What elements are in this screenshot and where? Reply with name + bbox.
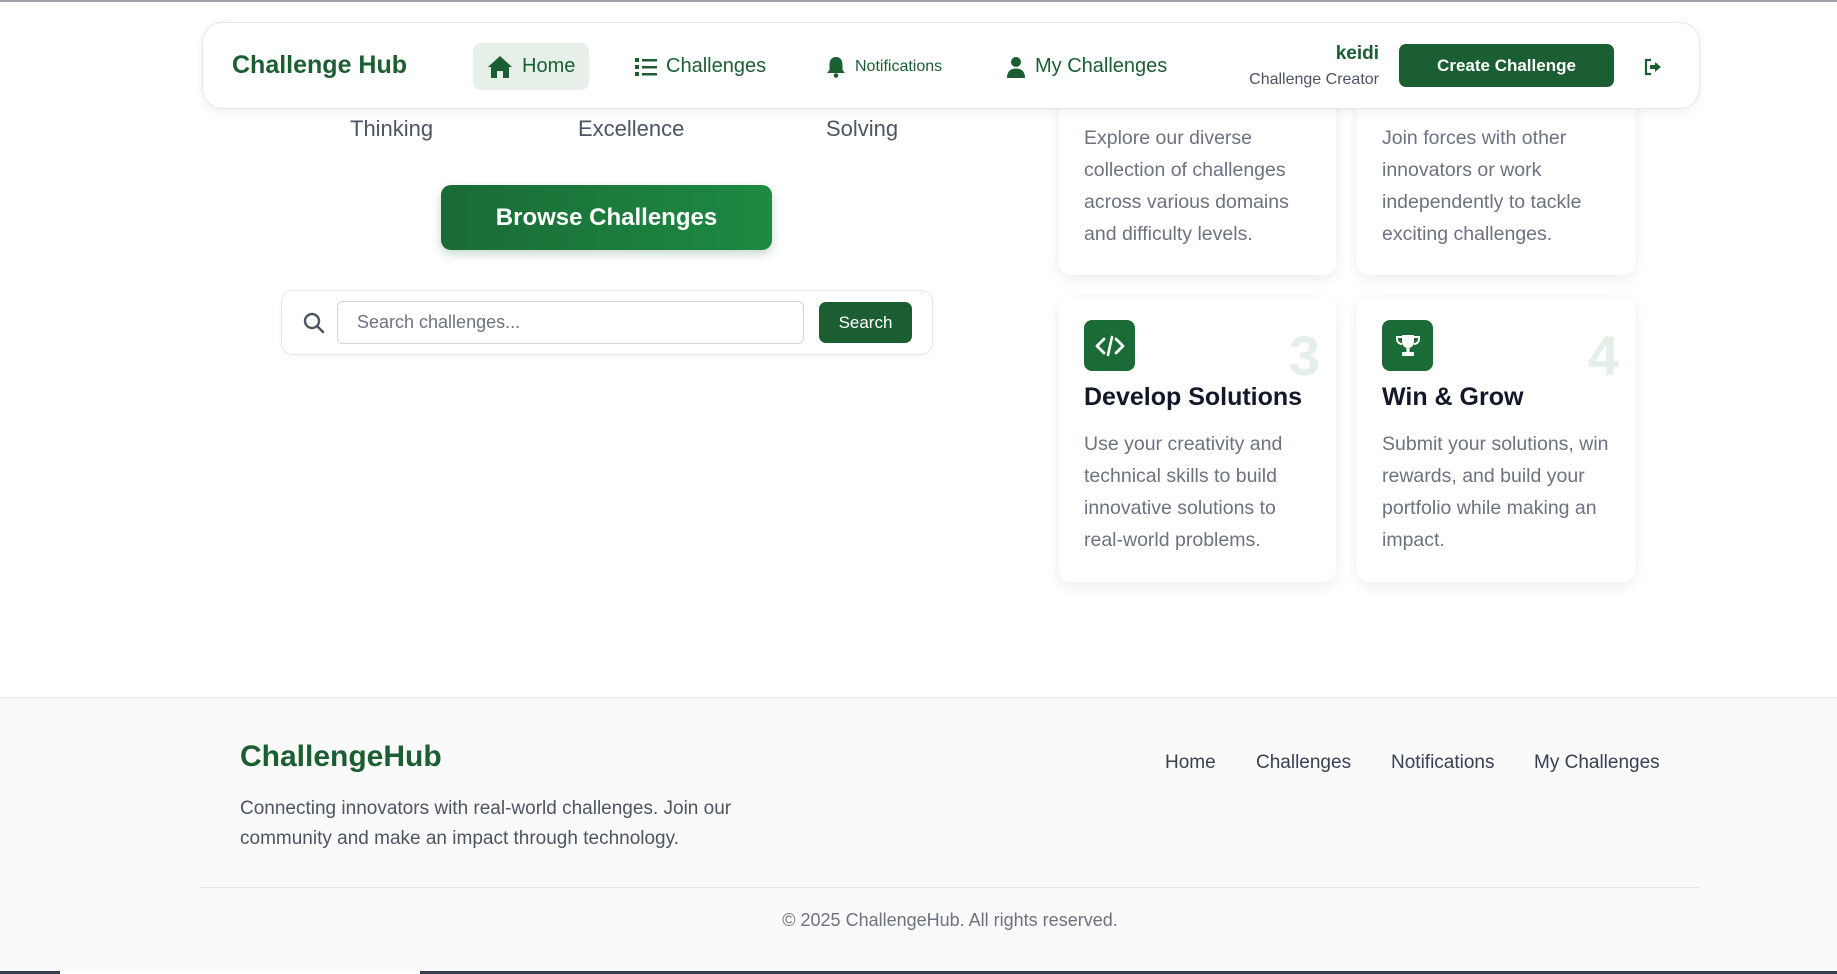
step-number: 4	[1587, 324, 1619, 387]
step-description: Submit your solutions, win rewards, and …	[1382, 433, 1609, 551]
create-challenge-button[interactable]: Create Challenge	[1399, 44, 1614, 87]
bell-icon	[827, 56, 845, 78]
footer-divider	[200, 887, 1700, 888]
hero-label-excellence: Excellence	[578, 116, 685, 141]
nav-item-home[interactable]: Home	[473, 43, 590, 90]
hero-stat-labels: Thinking Excellence Solving	[330, 116, 970, 144]
nav-label: My Challenges	[1035, 55, 1168, 77]
trophy-icon	[1382, 320, 1433, 371]
user-name: keidi	[1335, 43, 1379, 64]
footer: ChallengeHub Connecting innovators with …	[0, 697, 1837, 971]
top-navbar: Challenge Hub Home Challenges Notificati…	[202, 22, 1700, 109]
window-top-border	[0, 0, 1837, 2]
footer-link-notifications[interactable]: Notifications	[1391, 752, 1495, 774]
footer-brand: ChallengeHub	[240, 740, 442, 773]
nav-item-challenges[interactable]: Challenges	[635, 43, 766, 90]
hero-label-thinking: Thinking	[350, 116, 434, 141]
user-role: Challenge Creator	[1249, 71, 1379, 88]
nav-item-notifications[interactable]: Notifications	[826, 43, 942, 90]
footer-link-home[interactable]: Home	[1165, 752, 1216, 774]
nav-item-my-challenges[interactable]: My Challenges	[1006, 43, 1167, 90]
hero-label-solving: Solving	[826, 116, 899, 141]
step-description: Join forces with other innovators or wor…	[1382, 127, 1582, 245]
step-number: 3	[1288, 324, 1320, 387]
step-card-3: 3 Develop Solutions Use your creativity …	[1059, 297, 1336, 582]
brand-logo[interactable]: Challenge Hub	[232, 51, 407, 80]
search-button[interactable]: Search	[819, 302, 912, 343]
footer-description: Connecting innovators with real-world ch…	[240, 798, 732, 849]
search-bar: Search	[281, 290, 933, 355]
step-description: Use your creativity and technical skills…	[1084, 433, 1283, 551]
list-icon	[635, 57, 657, 76]
step-title: Win & Grow	[1382, 383, 1524, 411]
step-title: Develop Solutions	[1084, 383, 1303, 411]
home-icon	[488, 55, 512, 78]
copyright: © 2025 ChallengeHub. All rights reserved…	[782, 910, 1118, 930]
code-icon	[1084, 320, 1135, 371]
step-card-4: 4 Win & Grow Submit your solutions, win …	[1357, 297, 1635, 582]
footer-link-my-challenges[interactable]: My Challenges	[1534, 752, 1660, 774]
browse-challenges-button[interactable]: Browse Challenges	[441, 185, 772, 250]
nav-label: Home	[522, 55, 576, 77]
logout-icon[interactable]	[1643, 57, 1663, 77]
nav-label: Notifications	[855, 57, 943, 75]
search-icon	[303, 312, 325, 334]
user-icon	[1007, 56, 1025, 78]
step-description: Explore our diverse collection of challe…	[1084, 127, 1289, 245]
search-input[interactable]	[337, 301, 804, 344]
footer-link-challenges[interactable]: Challenges	[1256, 752, 1351, 774]
nav-label: Challenges	[666, 55, 767, 77]
